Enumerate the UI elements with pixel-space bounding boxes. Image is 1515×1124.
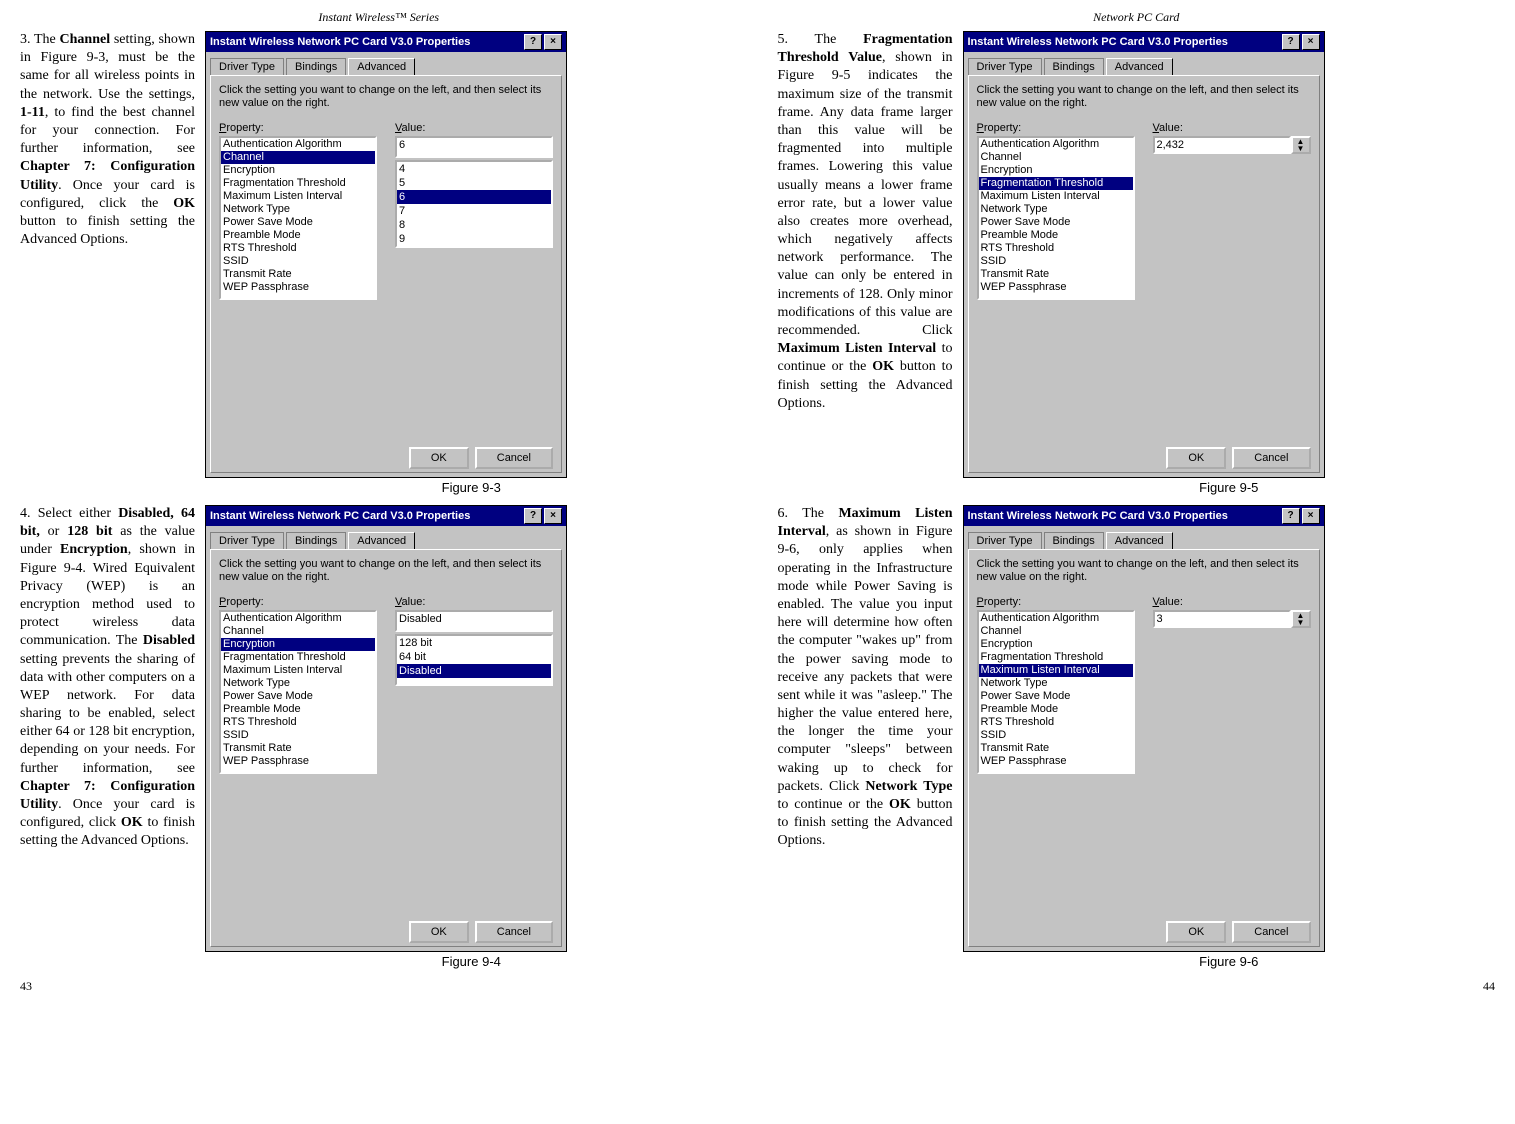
cancel-button[interactable]: Cancel: [475, 921, 553, 943]
step-4-text: 4. Select either Disabled, 64 bit, or 12…: [20, 505, 195, 969]
page-number-right: 44: [778, 979, 1496, 994]
step-6-text: 6. The Maximum Listen Interval, as shown…: [778, 505, 953, 969]
value-field[interactable]: 6: [395, 136, 553, 158]
value-field[interactable]: Disabled: [395, 610, 553, 632]
value-list[interactable]: 128 bit 64 bit Disabled: [395, 634, 553, 686]
close-icon[interactable]: ×: [544, 34, 562, 50]
caption-9-6: Figure 9-6: [963, 954, 1496, 969]
list-item[interactable]: Encryption: [221, 164, 375, 177]
help-icon[interactable]: ?: [1282, 508, 1300, 524]
tab-bindings[interactable]: Bindings: [286, 58, 346, 75]
dialog-9-4: Instant Wireless Network PC Card V3.0 Pr…: [205, 505, 567, 952]
property-label: Property:: [219, 122, 377, 134]
help-icon[interactable]: ?: [524, 34, 542, 50]
spinner-icon[interactable]: ▲▼: [1291, 136, 1311, 154]
caption-9-5: Figure 9-5: [963, 480, 1496, 495]
ok-button[interactable]: OK: [1166, 921, 1226, 943]
tab-driver-type[interactable]: Driver Type: [210, 58, 284, 75]
instruction-text: Click the setting you want to change on …: [219, 84, 553, 110]
help-icon[interactable]: ?: [1282, 34, 1300, 50]
property-list[interactable]: Authentication Algorithm Channel Encrypt…: [219, 610, 377, 774]
dialog-title: Instant Wireless Network PC Card V3.0 Pr…: [210, 36, 522, 48]
property-list[interactable]: Authentication Algorithm Channel Encrypt…: [977, 136, 1135, 300]
header-left: Instant Wireless™ Series: [20, 10, 738, 25]
step-3-text: 3. The Channel setting, shown in Figure …: [20, 31, 195, 495]
ok-button[interactable]: OK: [409, 447, 469, 469]
dialog-9-3: Instant Wireless Network PC Card V3.0 Pr…: [205, 31, 567, 478]
list-item[interactable]: Power Save Mode: [221, 216, 375, 229]
figure-9-4: Instant Wireless Network PC Card V3.0 Pr…: [205, 505, 738, 969]
list-item[interactable]: Preamble Mode: [221, 229, 375, 242]
value-label: Value:: [395, 122, 553, 134]
header-right: Network PC Card: [778, 10, 1496, 25]
spinner-icon[interactable]: ▲▼: [1291, 610, 1311, 628]
list-item[interactable]: Authentication Algorithm: [221, 138, 375, 151]
figure-9-6: Instant Wireless Network PC Card V3.0 Pr…: [963, 505, 1496, 969]
caption-9-4: Figure 9-4: [205, 954, 738, 969]
help-icon[interactable]: ?: [524, 508, 542, 524]
value-field[interactable]: 3: [1153, 610, 1291, 628]
list-item[interactable]: WEP Passphrase: [221, 281, 375, 294]
dialog-9-5: Instant Wireless Network PC Card V3.0 Pr…: [963, 31, 1325, 478]
list-item[interactable]: Fragmentation Threshold: [221, 177, 375, 190]
cancel-button[interactable]: Cancel: [475, 447, 553, 469]
list-item[interactable]: Maximum Listen Interval: [221, 190, 375, 203]
property-list[interactable]: Authentication Algorithm Channel Encrypt…: [219, 136, 377, 300]
list-item[interactable]: Channel: [221, 151, 375, 164]
property-list[interactable]: Authentication Algorithm Channel Encrypt…: [977, 610, 1135, 774]
figure-9-3: Instant Wireless Network PC Card V3.0 Pr…: [205, 31, 738, 495]
cancel-button[interactable]: Cancel: [1232, 921, 1310, 943]
dialog-9-6: Instant Wireless Network PC Card V3.0 Pr…: [963, 505, 1325, 952]
close-icon[interactable]: ×: [1302, 508, 1320, 524]
page-number-left: 43: [20, 979, 738, 994]
close-icon[interactable]: ×: [1302, 34, 1320, 50]
tab-advanced[interactable]: Advanced: [348, 58, 415, 75]
ok-button[interactable]: OK: [409, 921, 469, 943]
caption-9-3: Figure 9-3: [205, 480, 738, 495]
figure-9-5: Instant Wireless Network PC Card V3.0 Pr…: [963, 31, 1496, 495]
ok-button[interactable]: OK: [1166, 447, 1226, 469]
cancel-button[interactable]: Cancel: [1232, 447, 1310, 469]
list-item[interactable]: Transmit Rate: [221, 268, 375, 281]
value-field[interactable]: 2,432: [1153, 136, 1291, 154]
step-5-text: 5. The Fragmentation Threshold Value, sh…: [778, 31, 953, 495]
list-item[interactable]: SSID: [221, 255, 375, 268]
close-icon[interactable]: ×: [544, 508, 562, 524]
list-item[interactable]: RTS Threshold: [221, 242, 375, 255]
value-list[interactable]: 4 5 6 7 8 9: [395, 160, 553, 248]
list-item[interactable]: Network Type: [221, 203, 375, 216]
